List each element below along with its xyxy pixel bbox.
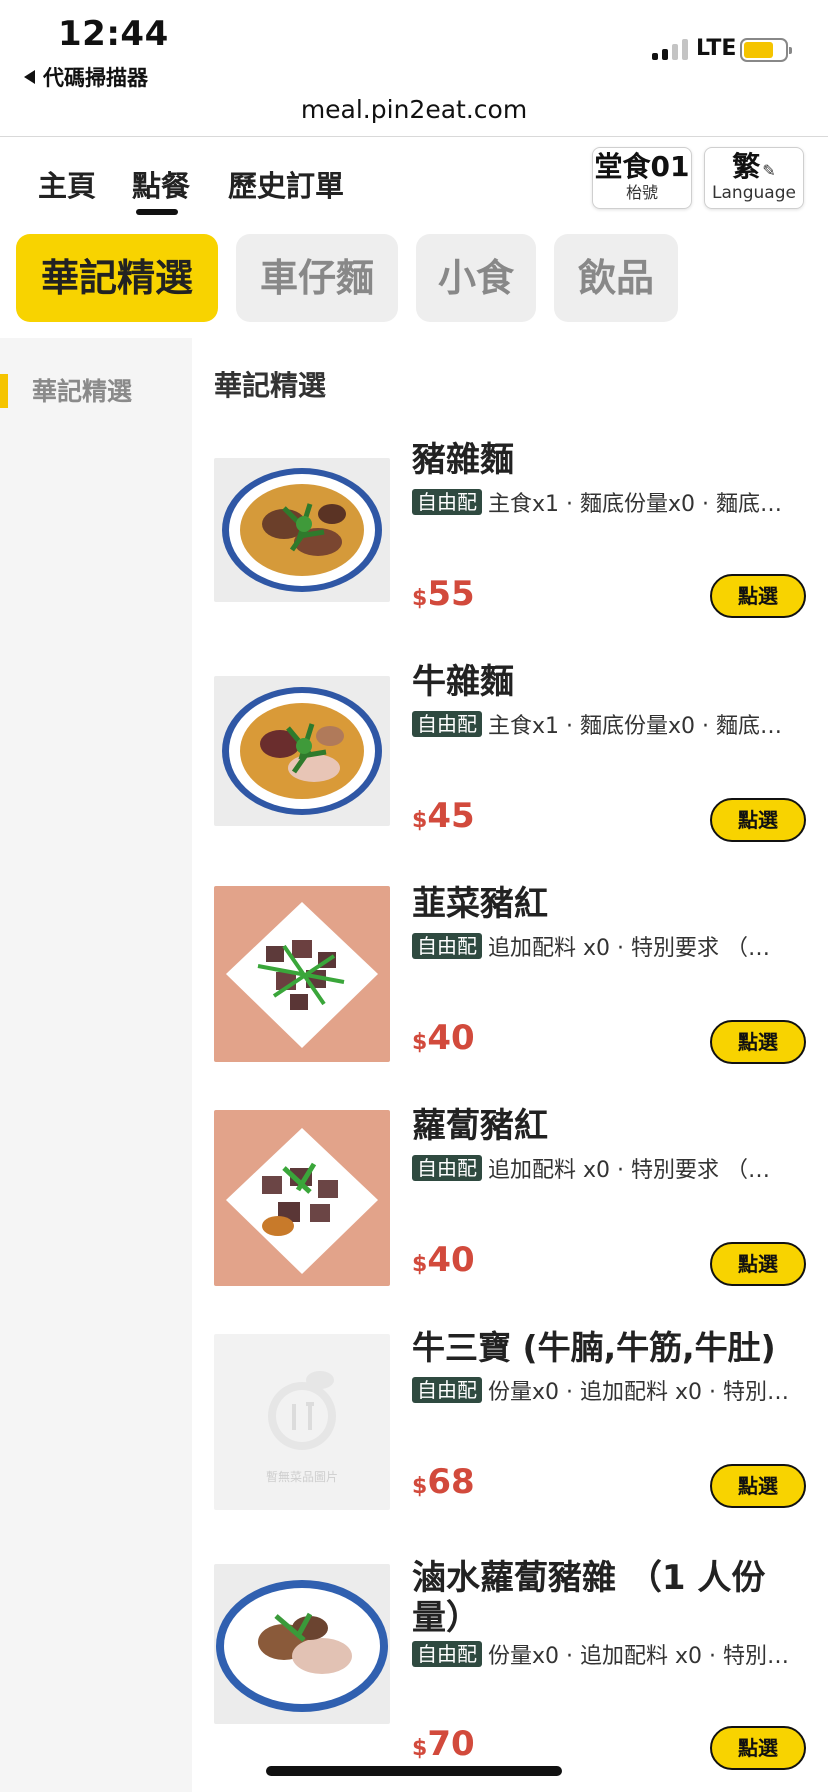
category-chip-noodles[interactable]: 車仔麵 xyxy=(236,234,398,322)
dish-price: $55 xyxy=(412,574,475,614)
top-nav: 主頁 點餐 歷史訂單 堂食01 枱號 繁 ✎ Language xyxy=(0,137,828,227)
dish-name[interactable]: 牛三寶 (牛腩,牛筋,牛肚) xyxy=(412,1328,812,1368)
dish-price: $68 xyxy=(412,1462,475,1502)
dish-description: 追加配料 x0 · 特別要求 （… xyxy=(488,936,770,961)
dish-name[interactable]: 牛雜麵 xyxy=(412,662,812,702)
language-label: 繁 xyxy=(732,150,761,183)
tab-home[interactable]: 主頁 xyxy=(38,163,96,205)
sidebar-item-featured[interactable]: 華記精選 xyxy=(32,372,132,408)
select-dish-button[interactable]: 點選 xyxy=(710,1020,806,1064)
dish-option-line: 自由配 主食x1 · 麵底份量x0 · 麵底… xyxy=(412,486,812,518)
battery-icon xyxy=(740,38,792,62)
dish-name[interactable]: 韮菜豬紅 xyxy=(412,884,812,924)
combo-badge: 自由配 xyxy=(412,489,482,515)
dish-image-braised-pork-offal[interactable] xyxy=(214,1564,390,1724)
dish-description: 份量x0 · 追加配料 x0 · 特別… xyxy=(488,1644,789,1669)
dish-option-line: 自由配 份量x0 · 追加配料 x0 · 特別… xyxy=(412,1374,812,1406)
select-dish-button[interactable]: 點選 xyxy=(710,1242,806,1286)
dish-option-line: 自由配 追加配料 x0 · 特別要求 （… xyxy=(412,1152,812,1184)
dish-price: $70 xyxy=(412,1724,475,1764)
dish-option-line: 自由配 主食x1 · 麵底份量x0 · 麵底… xyxy=(412,708,812,740)
combo-badge: 自由配 xyxy=(412,1641,482,1667)
dish-name[interactable]: 豬雜麵 xyxy=(412,440,812,480)
category-chips: 華記精選 車仔麵 小食 飲品 xyxy=(0,232,828,332)
dish-option-line: 自由配 份量x0 · 追加配料 x0 · 特別… xyxy=(412,1638,812,1670)
dish-description: 主食x1 · 麵底份量x0 · 麵底… xyxy=(488,492,782,517)
home-indicator[interactable] xyxy=(266,1766,562,1776)
select-dish-button[interactable]: 點選 xyxy=(710,1464,806,1508)
language-button[interactable]: 繁 ✎ Language xyxy=(704,147,804,209)
placeholder-caption: 暫無菜品圖片 xyxy=(265,1470,338,1484)
combo-badge: 自由配 xyxy=(412,933,482,959)
dish-name[interactable]: 蘿蔔豬紅 xyxy=(412,1106,812,1146)
dish-description: 主食x1 · 麵底份量x0 · 麵底… xyxy=(488,714,782,739)
status-time: 12:44 xyxy=(58,14,169,54)
section-title: 華記精選 xyxy=(214,369,327,402)
combo-badge: 自由配 xyxy=(412,1377,482,1403)
dish-price: $40 xyxy=(412,1240,475,1280)
dish-price: $40 xyxy=(412,1018,475,1058)
tab-order-history[interactable]: 歷史訂單 xyxy=(228,163,344,205)
url-bar[interactable]: meal.pin2eat.com xyxy=(0,90,828,136)
back-arrow-icon xyxy=(24,70,35,84)
combo-badge: 自由配 xyxy=(412,1155,482,1181)
category-chip-drinks[interactable]: 飲品 xyxy=(554,234,678,322)
dish-image-chive-pork-blood[interactable] xyxy=(214,886,390,1062)
table-sub-label: 枱號 xyxy=(625,183,658,202)
select-dish-button[interactable]: 點選 xyxy=(710,574,806,618)
dish-price: $45 xyxy=(412,796,475,836)
category-chip-snacks[interactable]: 小食 xyxy=(416,234,536,322)
category-sidebar: 華記精選 xyxy=(0,338,192,1792)
dish-option-line: 自由配 追加配料 x0 · 特別要求 （… xyxy=(412,930,812,962)
tab-order[interactable]: 點餐 xyxy=(132,163,190,205)
dish-name[interactable]: 滷水蘿蔔豬雜 （1 人份量） xyxy=(412,1558,812,1638)
language-sub-label: Language xyxy=(712,183,796,203)
select-dish-button[interactable]: 點選 xyxy=(710,1726,806,1770)
back-link-label: 代碼掃描器 xyxy=(43,66,148,90)
active-tab-underline xyxy=(136,209,178,215)
sidebar-active-indicator xyxy=(0,374,8,408)
dish-description: 份量x0 · 追加配料 x0 · 特別… xyxy=(488,1380,789,1405)
combo-badge: 自由配 xyxy=(412,711,482,737)
table-label: 堂食01 xyxy=(594,150,690,183)
table-number-button[interactable]: 堂食01 枱號 xyxy=(592,147,692,209)
dish-image-placeholder[interactable]: 暫無菜品圖片 xyxy=(214,1334,390,1510)
network-type: LTE xyxy=(696,36,737,61)
status-bar: 12:44 代碼掃描器 LTE xyxy=(0,0,828,90)
menu-list: 華記精選 豬雜麵 自由配 主食x1 · 麵底份量x0 · 麵底… $55 點選 xyxy=(192,338,828,1792)
dish-description: 追加配料 x0 · 特別要求 （… xyxy=(488,1158,770,1183)
category-chip-featured[interactable]: 華記精選 xyxy=(16,234,218,322)
dish-image-beef-offal-noodles[interactable] xyxy=(214,676,390,826)
battery-fill xyxy=(744,42,773,58)
dish-image-pork-offal-noodles[interactable] xyxy=(214,458,390,602)
signal-icon xyxy=(652,38,688,60)
pencil-icon: ✎ xyxy=(762,161,776,180)
dish-image-radish-pork-blood[interactable] xyxy=(214,1110,390,1286)
back-to-app-link[interactable]: 代碼掃描器 xyxy=(24,62,148,92)
select-dish-button[interactable]: 點選 xyxy=(710,798,806,842)
